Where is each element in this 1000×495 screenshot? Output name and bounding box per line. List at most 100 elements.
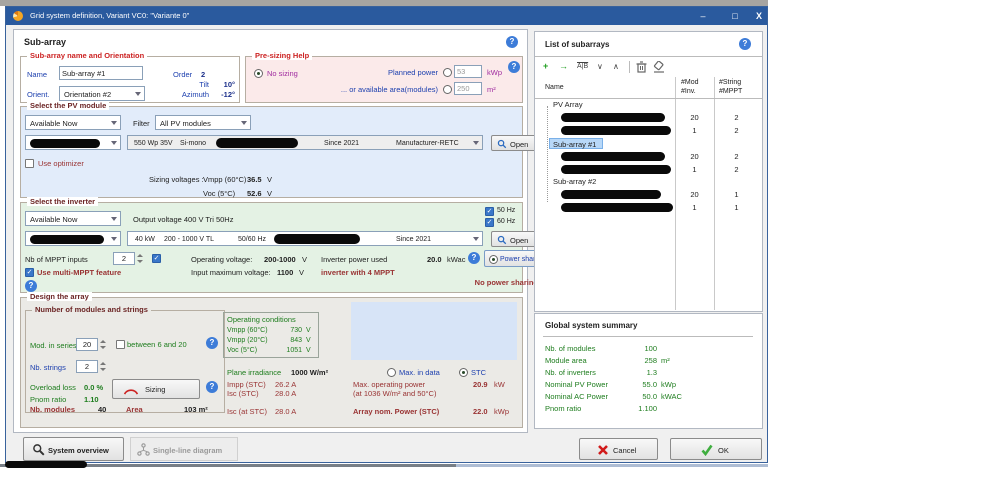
overload-value: 0.0 % <box>84 383 103 392</box>
max-in-data-radio[interactable] <box>387 368 396 377</box>
area-label: Area <box>126 405 143 414</box>
stepper-arrows[interactable] <box>99 338 108 351</box>
tree-group-pv-array[interactable]: PV Array <box>553 100 583 109</box>
operating-voltage-unit: V <box>302 255 307 264</box>
power-used-unit: kWac <box>447 255 465 264</box>
single-line-diagram-button[interactable]: Single-line diagram <box>130 437 238 461</box>
delete-icon[interactable] <box>636 61 647 73</box>
tree-group-subarray1-selected[interactable]: Sub-array #1 <box>549 138 603 149</box>
help-icon[interactable]: ? <box>206 337 218 349</box>
between-checkbox[interactable] <box>116 340 125 349</box>
inverter-select[interactable]: 40 kW 200 - 1000 V TL 50/60 Hz Since 202… <box>127 231 483 246</box>
nb-modules-value: 40 <box>98 405 106 414</box>
inverter-manufacturer-select[interactable] <box>25 231 121 246</box>
eraser-icon[interactable] <box>653 61 665 73</box>
pv-spec-tech: Si-mono <box>180 140 206 147</box>
help-icon[interactable]: ? <box>206 381 218 393</box>
maximize-button[interactable]: □ <box>721 7 749 25</box>
pv-spec-power: 550 Wp 35V <box>134 140 173 147</box>
isc-at-stc-value: 28.0 A <box>275 407 296 416</box>
pv-module-group: Select the PV module Available Now Filte… <box>20 106 523 198</box>
orientation-select[interactable]: Orientation #2 <box>59 86 145 101</box>
power-sharing-button[interactable]: Power sharing <box>484 250 538 267</box>
impp-label: Impp (STC) <box>227 380 266 389</box>
nb-mppt-stepper[interactable]: 2 <box>113 252 135 265</box>
pv-manufacturer-select[interactable] <box>25 135 121 150</box>
system-overview-button[interactable]: System overview <box>23 437 124 461</box>
open-inverter-button[interactable]: Open <box>491 231 538 247</box>
freq-60hz-label: 60 Hz <box>497 218 515 225</box>
cond-unit: V <box>306 337 311 344</box>
chevron-down-icon <box>473 141 479 145</box>
azimuth-label: Azimuth <box>171 90 209 99</box>
inverter-availability-select[interactable]: Available Now <box>25 211 121 226</box>
area-input[interactable] <box>454 82 482 95</box>
area-radio[interactable] <box>443 85 452 94</box>
input-max-unit: V <box>299 268 304 277</box>
group-legend: Select the inverter <box>27 197 98 206</box>
planned-power-input[interactable] <box>454 65 482 78</box>
array-power-label: Array nom. Power (STC) <box>353 407 439 416</box>
freq-60hz-checkbox[interactable]: ✓ <box>485 218 494 227</box>
irradiance-label: Plane irradiance <box>227 368 281 377</box>
title-bar[interactable]: Grid system definition, Variant VC0: "Va… <box>6 7 767 25</box>
irradiance-value: 1000 W/m² <box>291 368 328 377</box>
summary-value: 50.0 <box>613 392 657 401</box>
name-input[interactable] <box>59 66 143 80</box>
rename-icon[interactable]: A|B <box>577 63 588 70</box>
close-button[interactable]: X <box>751 7 767 25</box>
help-icon[interactable]: ? <box>506 36 518 48</box>
mod-series-stepper[interactable]: 20 <box>76 338 98 351</box>
multi-mppt-checkbox[interactable]: ✓ <box>25 268 34 277</box>
move-up-icon[interactable]: ∧ <box>613 62 619 71</box>
help-icon[interactable]: ? <box>508 61 520 73</box>
cell-string: 1 <box>714 203 759 212</box>
operating-conditions-title: Operating conditions <box>227 315 296 324</box>
output-voltage-label: Output voltage 400 V Tri 50Hz <box>133 215 233 224</box>
preview-placeholder <box>351 302 517 360</box>
stepper-arrows[interactable] <box>99 360 108 373</box>
power-used-value: 20.0 <box>427 255 442 264</box>
stepper-arrows[interactable] <box>136 252 145 265</box>
column-inv: #Inv. <box>681 88 696 95</box>
add-subarray-icon[interactable]: + <box>543 61 548 71</box>
tree-line <box>547 106 548 202</box>
redacted-text <box>30 235 104 244</box>
move-down-icon[interactable]: ∨ <box>597 62 603 71</box>
nb-strings-stepper[interactable]: 2 <box>76 360 98 373</box>
cell-mod: 20 <box>675 152 714 161</box>
pv-module-select[interactable]: 550 Wp 35V Si-mono Since 2021 Manufactur… <box>127 135 483 150</box>
no-sizing-radio[interactable] <box>254 69 263 78</box>
freq-50hz-checkbox[interactable]: ✓ <box>485 207 494 216</box>
help-icon[interactable]: ? <box>468 252 480 264</box>
open-pv-module-button[interactable]: Open <box>491 135 538 151</box>
modules-strings-group: Number of modules and strings Mod. in se… <box>25 310 225 413</box>
cancel-button[interactable]: Cancel <box>579 438 658 460</box>
ok-button[interactable]: OK <box>670 438 762 460</box>
planned-power-radio[interactable] <box>443 68 452 77</box>
minimize-button[interactable]: – <box>689 7 717 25</box>
inv-spec-since: Since 2021 <box>396 236 431 243</box>
pv-availability-select[interactable]: Available Now <box>25 115 121 130</box>
pv-filter-select[interactable]: All PV modules <box>155 115 251 130</box>
group-legend: Sub-array name and Orientation <box>27 51 147 60</box>
summary-value: 1.3 <box>613 368 657 377</box>
help-icon[interactable]: ? <box>25 280 37 292</box>
cell-mod: 1 <box>675 126 714 135</box>
use-optimizer-checkbox[interactable] <box>25 159 34 168</box>
multi-mppt-label: Use multi-MPPT feature <box>37 268 121 277</box>
open-button-label: Open <box>510 140 528 149</box>
search-icon <box>32 443 45 456</box>
mod-series-label: Mod. in series <box>30 341 77 350</box>
chevron-down-icon <box>111 121 117 125</box>
help-icon[interactable]: ? <box>739 38 751 50</box>
mppt-count-checkbox[interactable]: ✓ <box>152 254 161 263</box>
tree-group-subarray2[interactable]: Sub-array #2 <box>553 177 596 186</box>
chevron-down-icon <box>111 217 117 221</box>
sizing-button[interactable]: Sizing <box>112 379 200 399</box>
area-unit: m² <box>487 85 496 94</box>
stc-radio[interactable] <box>459 368 468 377</box>
search-icon <box>497 139 507 149</box>
pnom-value: 1.10 <box>84 395 99 404</box>
duplicate-subarray-icon[interactable]: → <box>559 61 568 71</box>
